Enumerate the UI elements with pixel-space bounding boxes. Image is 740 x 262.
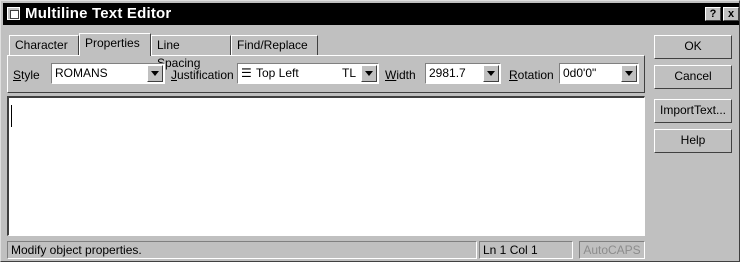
width-value: 2981.7 [429, 66, 466, 80]
chevron-down-icon[interactable] [147, 65, 163, 82]
justification-code: TL [342, 66, 357, 80]
text-editor-area[interactable] [7, 96, 645, 236]
chevron-down-icon[interactable] [361, 65, 377, 82]
cancel-button[interactable]: Cancel [654, 65, 732, 89]
rotation-label: Rotation [509, 68, 554, 82]
tab-character[interactable]: Character [9, 35, 79, 55]
tab-properties[interactable]: Properties [79, 33, 151, 56]
status-autocaps: AutoCAPS [579, 241, 645, 259]
rotation-value: 0d0'0" [563, 66, 597, 80]
close-button[interactable]: x [723, 7, 739, 21]
rotation-combo[interactable]: 0d0'0" [559, 63, 639, 84]
status-line-col: Ln 1 Col 1 [479, 241, 573, 259]
multiline-text-editor-window: Multiline Text Editor ? x Character Prop… [0, 0, 740, 262]
app-icon [7, 7, 20, 20]
style-label: Style [13, 68, 40, 82]
ok-button[interactable]: OK [654, 35, 732, 59]
chevron-down-icon[interactable] [483, 65, 499, 82]
import-text-button[interactable]: ImportText... [654, 99, 732, 123]
help-title-button[interactable]: ? [705, 7, 721, 21]
chevron-down-icon[interactable] [621, 65, 637, 82]
tab-line-spacing[interactable]: Line Spacing [151, 35, 231, 70]
justification-label: Justification [171, 68, 234, 82]
help-button[interactable]: Help [654, 129, 732, 153]
justification-value: Top Left [256, 66, 299, 80]
status-message: Modify object properties. [7, 241, 477, 259]
justify-top-left-icon: ☰ [241, 66, 252, 80]
style-value: ROMANS [55, 66, 108, 80]
width-combo[interactable]: 2981.7 [425, 63, 501, 84]
tab-find-replace[interactable]: Find/Replace [231, 35, 318, 55]
width-label: Width [385, 68, 416, 82]
text-caret [11, 105, 12, 127]
window-title: Multiline Text Editor [25, 5, 172, 22]
justification-combo[interactable]: ☰ Top Left TL [237, 63, 379, 84]
style-combo[interactable]: ROMANS [51, 63, 165, 84]
title-bar[interactable]: Multiline Text Editor ? x [3, 3, 739, 25]
